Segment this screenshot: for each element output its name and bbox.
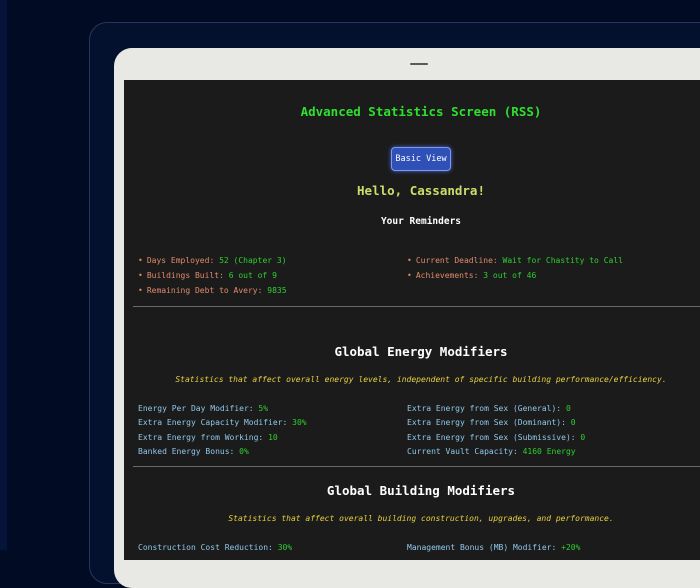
stat-banked-energy-bonus: Banked Energy Bonus: 0% [138,447,249,456]
page-title: Advanced Statistics Screen (RSS) [300,104,542,119]
tablet-speaker [410,63,428,65]
energy-heading: Global Energy Modifiers [334,344,508,359]
stat-extra-energy-working: Extra Energy from Working: 10 [138,433,278,442]
background-edge [0,0,7,550]
stats-screen[interactable]: Advanced Statistics Screen (RSS) Basic V… [124,80,700,560]
energy-description: Statistics that affect overall energy le… [175,375,667,384]
building-heading: Global Building Modifiers [326,483,516,498]
stat-energy-sex-general: Extra Energy from Sex (General): 0 [407,404,571,413]
stat-vault-capacity: Current Vault Capacity: 4160 Energy [407,447,576,456]
reminder-current-deadline: • Current Deadline: Wait for Chastity to … [407,256,623,265]
stat-extra-energy-capacity: Extra Energy Capacity Modifier: 30% [138,418,307,427]
section-divider [133,306,700,307]
stat-construction-cost-reduction: Construction Cost Reduction: 30% [138,543,293,552]
stat-energy-per-day: Energy Per Day Modifier: 5% [138,404,269,413]
building-description: Statistics that affect overall building … [228,514,614,523]
reminder-buildings-built: • Buildings Built: 6 out of 9 [138,271,277,280]
stat-energy-sex-submissive: Extra Energy from Sex (Submissive): 0 [407,433,586,442]
greeting: Hello, Cassandra! [357,183,485,198]
reminder-days-employed: • Days Employed: 52 (Chapter 3) [138,256,287,265]
reminder-achievements: • Achievements: 3 out of 46 [407,271,537,280]
stat-management-bonus: Management Bonus (MB) Modifier: +20% [407,543,581,552]
section-divider [133,466,700,467]
stat-energy-sex-dominant: Extra Energy from Sex (Dominant): 0 [407,418,576,427]
reminder-remaining-debt: • Remaining Debt to Avery: 9835 [138,286,287,295]
reminders-heading: Your Reminders [380,216,462,227]
basic-view-button[interactable]: Basic View [391,147,451,171]
